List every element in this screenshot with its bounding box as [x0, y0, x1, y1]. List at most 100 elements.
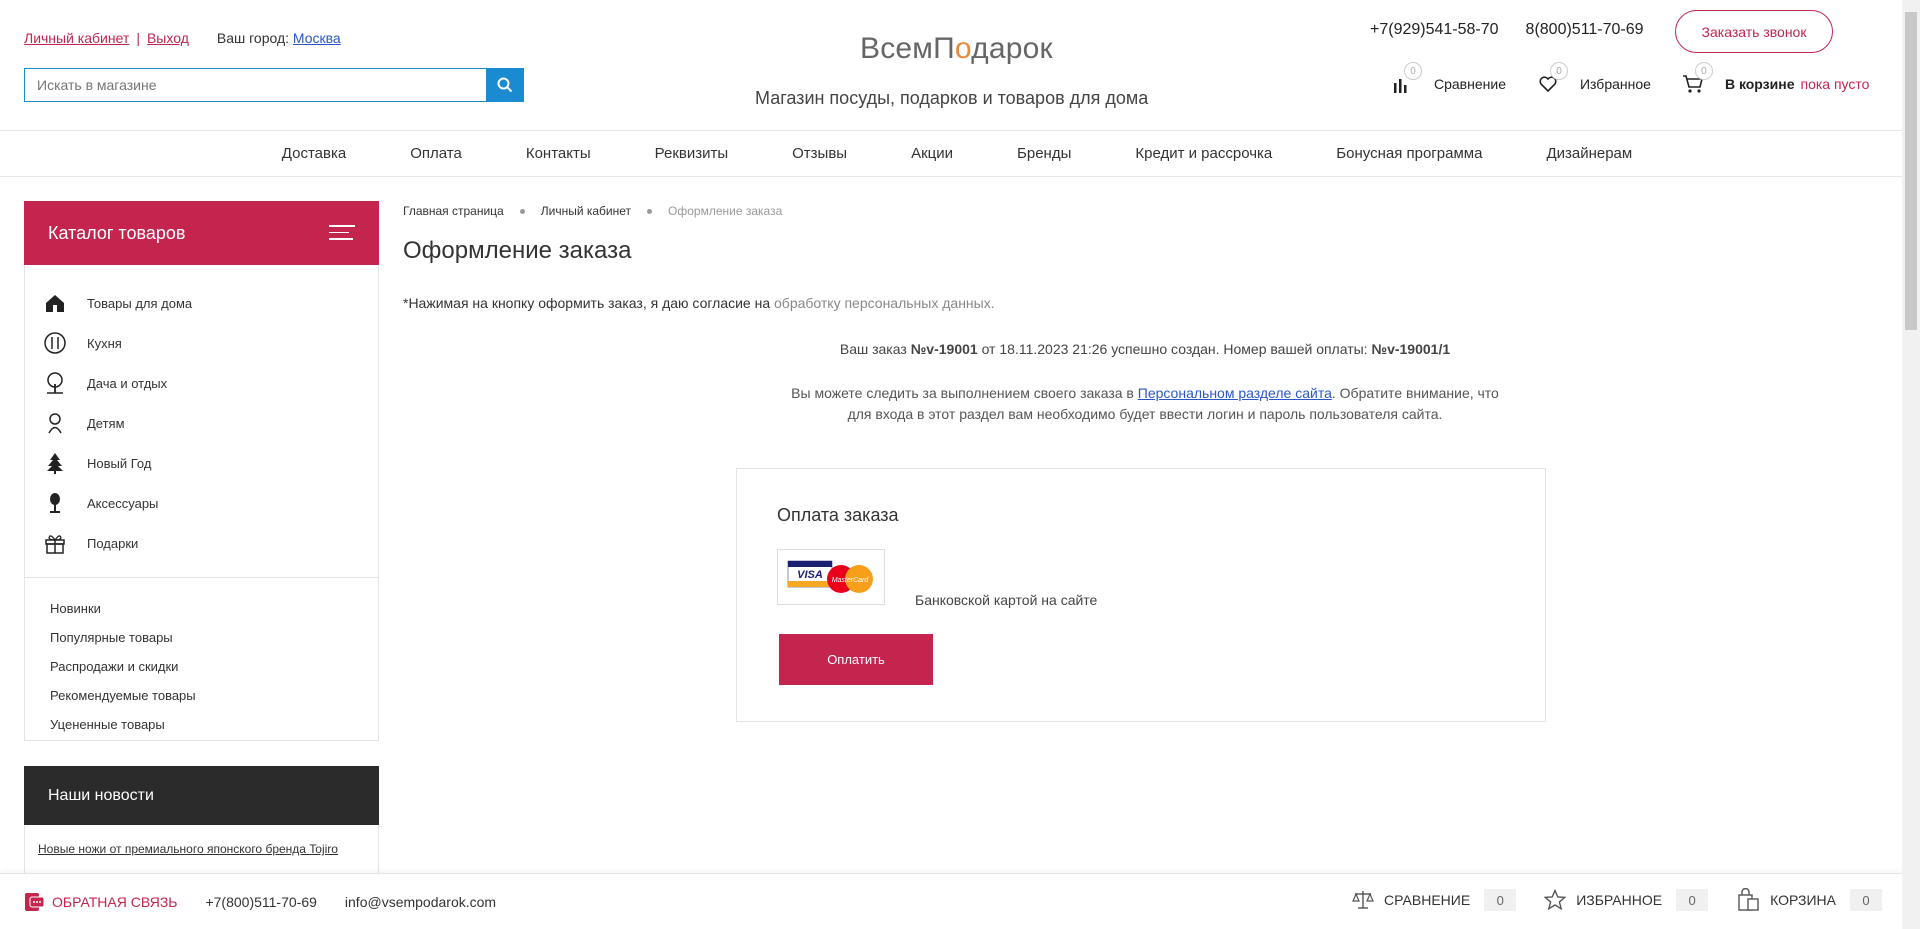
- breadcrumb-current: Оформление заказа: [668, 204, 783, 218]
- consent-link[interactable]: обработку персональных данных.: [774, 295, 995, 311]
- nav-bonus[interactable]: Бонусная программа: [1336, 145, 1482, 162]
- consent-notice: *Нажимая на кнопку оформить заказ, я даю…: [403, 295, 995, 311]
- nav-delivery[interactable]: Доставка: [282, 145, 346, 162]
- nav-brands[interactable]: Бренды: [1017, 145, 1071, 162]
- header-tools: 0 Сравнение 0 Избранное 0 В корзине пока…: [1390, 62, 1899, 96]
- order-number: №v-19001: [910, 341, 978, 357]
- sub-link-popular[interactable]: Популярные товары: [50, 623, 378, 652]
- cart-link[interactable]: 0 В корзине пока пусто: [1681, 62, 1870, 96]
- payment-method[interactable]: Банковской картой на сайте: [915, 592, 1097, 608]
- category-label: Товары для дома: [87, 295, 193, 311]
- phone-toll-free[interactable]: 8(800)511-70-69: [1526, 21, 1644, 39]
- account-link[interactable]: Личный кабинет: [24, 30, 129, 46]
- category-new-year[interactable]: Новый Год: [25, 443, 378, 483]
- city-selector: Ваш город: Москва: [217, 30, 341, 46]
- mastercard-logo: MasterCard: [832, 577, 870, 584]
- footer-compare-count: 0: [1484, 889, 1517, 911]
- compare-link[interactable]: 0 Сравнение: [1390, 62, 1506, 96]
- category-kids[interactable]: Детям: [25, 403, 378, 443]
- breadcrumb-dot: [647, 208, 653, 214]
- logo-text-prefix: Всем: [860, 32, 934, 65]
- payment-box: Оплата заказа VISA MasterCard Банковской…: [736, 468, 1546, 722]
- menu-icon[interactable]: [329, 225, 355, 241]
- footer-compare-label: Сравнение: [1384, 892, 1471, 908]
- footer-cart[interactable]: Корзина 0: [1736, 888, 1882, 912]
- tracking-notice: Вы можете следить за выполнением своего …: [785, 383, 1505, 425]
- nav-credit[interactable]: Кредит и рассрочка: [1135, 145, 1272, 162]
- logo-text-p: П: [933, 32, 955, 65]
- nav-promotions[interactable]: Акции: [911, 145, 953, 162]
- news-header: Наши новости: [24, 766, 379, 825]
- cart-icon: 0: [1681, 62, 1713, 96]
- visa-logo: VISA: [797, 569, 823, 581]
- phone-primary[interactable]: +7(929)541-58-70: [1370, 21, 1499, 39]
- category-accessories[interactable]: Аксессуары: [25, 483, 378, 523]
- christmas-tree-icon: [43, 451, 67, 475]
- order-middle: от 18.11.2023 21:26 успешно создан. Номе…: [977, 341, 1372, 357]
- category-home[interactable]: Товары для дома: [25, 283, 378, 323]
- catalog-title: Каталог товаров: [48, 222, 186, 243]
- page-scrollbar[interactable]: [1902, 0, 1920, 929]
- cart-label: В корзине: [1724, 76, 1795, 92]
- category-label: Подарки: [87, 535, 139, 551]
- star-icon: [1544, 889, 1567, 911]
- nav-contacts[interactable]: Контакты: [526, 145, 591, 162]
- category-label: Новый Год: [87, 455, 152, 471]
- cart-status: пока пусто: [1800, 76, 1870, 92]
- footer-favorites-count: 0: [1676, 889, 1709, 911]
- personal-section-link[interactable]: Персональном разделе сайта: [1138, 385, 1332, 401]
- site-logo[interactable]: ВсемПодарок: [860, 32, 1053, 66]
- news-link[interactable]: Новые ножи от премиального японского бре…: [38, 842, 338, 856]
- footer-compare[interactable]: Сравнение 0: [1352, 889, 1517, 911]
- breadcrumb-home[interactable]: Главная страница: [403, 204, 504, 218]
- scales-icon: [1352, 891, 1374, 909]
- callback-button[interactable]: Заказать звонок: [1675, 10, 1833, 53]
- sub-link-discounted[interactable]: Уцененные товары: [50, 710, 378, 739]
- favorites-badge: 0: [1549, 62, 1568, 80]
- city-link[interactable]: Москва: [293, 30, 341, 46]
- nav-designers[interactable]: Дизайнерам: [1546, 145, 1632, 162]
- breadcrumb-account[interactable]: Личный кабинет: [541, 204, 631, 218]
- bag-icon: [1738, 888, 1759, 911]
- cart-badge: 0: [1694, 62, 1713, 80]
- footer-email[interactable]: info@vsempodarok.com: [345, 894, 496, 910]
- scrollbar-thumb[interactable]: [1905, 12, 1917, 330]
- catalog-menu: Товары для дома Кухня Дача и отдых Детям…: [24, 265, 379, 741]
- child-icon: [43, 411, 67, 435]
- payment-title: Оплата заказа: [777, 505, 899, 525]
- feedback-link[interactable]: ОБРАТНАЯ СВЯЗЬ: [52, 894, 177, 910]
- sub-link-new[interactable]: Новинки: [50, 594, 378, 623]
- city-label: Ваш город:: [216, 30, 290, 46]
- nav-requisites[interactable]: Реквизиты: [655, 145, 729, 162]
- card-logos: VISA MasterCard: [777, 549, 885, 605]
- search-form: [24, 68, 524, 102]
- category-dacha[interactable]: Дача и отдых: [25, 363, 378, 403]
- sub-link-sale[interactable]: Распродажи и скидки: [50, 652, 378, 681]
- category-gifts[interactable]: Подарки: [25, 523, 378, 563]
- catalog-header[interactable]: Каталог товаров: [24, 201, 379, 265]
- sub-link-recommended[interactable]: Рекомендуемые товары: [50, 681, 378, 710]
- site-tagline: Магазин посуды, подарков и товаров для д…: [755, 88, 1149, 108]
- favorites-link[interactable]: 0 Избранное: [1536, 62, 1651, 96]
- order-confirmation: Ваш заказ №v-19001 от 18.11.2023 21:26 у…: [0, 341, 1920, 357]
- order-prefix: Ваш заказ: [839, 341, 911, 357]
- logo-gift-o: о: [954, 32, 972, 65]
- compare-icon: 0: [1390, 62, 1422, 96]
- footer-cart-label: Корзина: [1770, 892, 1836, 908]
- nav-payment[interactable]: Оплата: [410, 145, 462, 162]
- breadcrumb: Главная страница Личный кабинет Оформлен…: [403, 204, 782, 218]
- nav-reviews[interactable]: Отзывы: [792, 145, 847, 162]
- logout-link[interactable]: Выход: [147, 30, 189, 46]
- payment-number: №v-19001/1: [1371, 341, 1451, 357]
- pay-button[interactable]: Оплатить: [779, 634, 933, 685]
- search-input[interactable]: [24, 68, 486, 102]
- footer-favorites[interactable]: Избранное 0: [1544, 889, 1709, 911]
- main-nav: Доставка Оплата Контакты Реквизиты Отзыв…: [0, 131, 1902, 177]
- feedback-icon: [25, 893, 45, 911]
- category-label: Дача и отдых: [87, 375, 168, 391]
- tree-icon: [43, 371, 67, 395]
- category-label: Аксессуары: [87, 495, 159, 511]
- favorites-label: Избранное: [1579, 76, 1651, 92]
- search-button[interactable]: [486, 68, 524, 102]
- footer-phone[interactable]: +7(800)511-70-69: [205, 894, 316, 910]
